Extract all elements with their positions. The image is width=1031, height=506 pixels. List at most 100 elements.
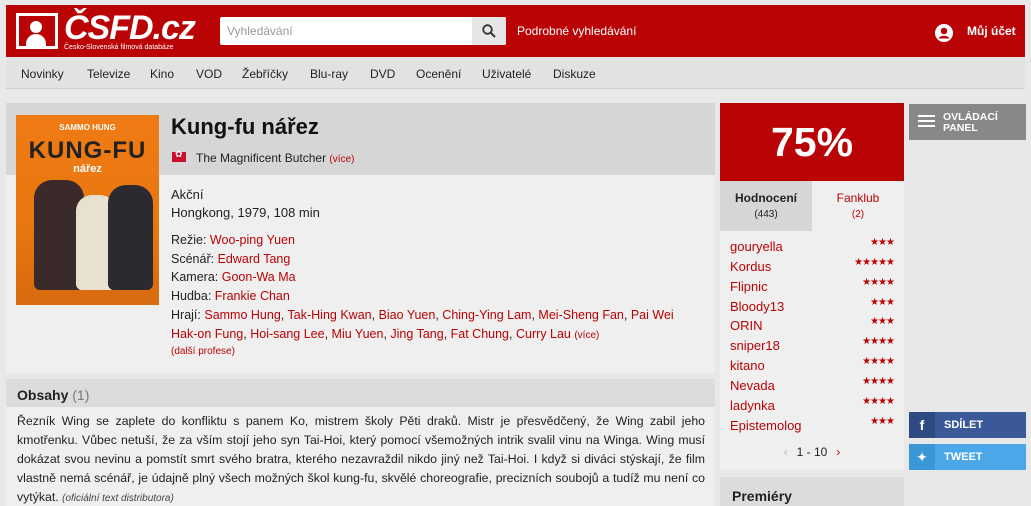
nav-item-tv[interactable]: Televize	[87, 67, 130, 81]
actor-link[interactable]: Hak-on Fung	[171, 327, 243, 341]
user-rating-row: ladynka ★★★★	[730, 395, 895, 415]
search-bar	[220, 17, 506, 45]
tab-ratings[interactable]: Hodnocení (443)	[720, 181, 812, 231]
pager-range: 1 - 10	[796, 445, 828, 459]
original-title-row: The Magnificent Butcher (více)	[196, 151, 354, 165]
nav-item-dvd[interactable]: DVD	[370, 67, 395, 81]
tab-count: (2)	[851, 209, 865, 220]
nav-item-vod[interactable]: VOD	[196, 67, 222, 81]
user-link[interactable]: kitano	[730, 358, 765, 373]
hong-kong-flag-icon	[172, 149, 186, 162]
film-origin: Hongkong, 1979, 108 min	[171, 205, 320, 220]
twitter-share-button[interactable]: ✦ TWEET	[909, 444, 1026, 470]
actor-link[interactable]: Jing Tang	[390, 327, 443, 341]
user-rating-row: kitano ★★★★	[730, 355, 895, 375]
actor-link[interactable]: Sammo Hung	[204, 308, 280, 322]
actor-link[interactable]: Ching-Ying Lam	[442, 308, 531, 322]
actor-link[interactable]: Biao Yuen	[379, 308, 436, 322]
nav-item-awards[interactable]: Ocenění	[416, 67, 461, 81]
actor-link[interactable]: Fat Chung	[451, 327, 509, 341]
nav-item-discussion[interactable]: Diskuze	[553, 67, 596, 81]
search-icon	[482, 24, 496, 38]
main-nav: Novinky Televize Kino VOD Žebříčky Blu-r…	[6, 57, 1025, 89]
ratings-pager: ‹ 1 - 10 ›	[720, 445, 904, 459]
writer-link[interactable]: Edward Tang	[218, 252, 291, 266]
plot-source: (oficiální text distributora)	[62, 493, 174, 504]
actor-link[interactable]: Hoi-sang Lee	[250, 327, 324, 341]
crew-camera: Kamera: Goon-Wa Ma	[171, 270, 296, 284]
music-link[interactable]: Frankie Chan	[215, 289, 290, 303]
poster-title: KUNG-FU	[28, 137, 147, 164]
more-cast-link[interactable]: (více)	[574, 330, 599, 341]
logo-film-icon	[16, 13, 58, 49]
user-link[interactable]: Kordus	[730, 259, 771, 274]
user-rating-row: sniper18 ★★★★	[730, 335, 895, 355]
logo-subtitle: Česko-Slovenská filmová databáze	[64, 44, 174, 51]
rating-panel: 75% Hodnocení (443) Fanklub (2) gouryell…	[720, 103, 904, 470]
star-rating: ★★★★	[862, 277, 895, 288]
crew-label: Hrají:	[171, 308, 201, 322]
nav-item-news[interactable]: Novinky	[21, 67, 64, 81]
actor-link[interactable]: Tak-Hing Kwan	[288, 308, 372, 322]
menu-icon	[918, 115, 935, 127]
more-professions-link[interactable]: (další profese)	[171, 346, 235, 357]
actor-link[interactable]: Pai Wei	[631, 308, 674, 322]
nav-item-cinema[interactable]: Kino	[150, 67, 174, 81]
crew-director: Režie: Woo-ping Yuen	[171, 233, 295, 247]
crew-label: Kamera:	[171, 270, 219, 284]
search-button[interactable]	[472, 17, 506, 45]
user-link[interactable]: ORIN	[730, 318, 763, 333]
film-info-panel: SAMMO HUNG KUNG-FU nářez Kung-fu nářez T…	[6, 103, 715, 373]
user-link[interactable]: Nevada	[730, 378, 775, 393]
more-titles-link[interactable]: (více)	[329, 154, 354, 165]
film-poster[interactable]: SAMMO HUNG KUNG-FU nářez	[16, 115, 159, 305]
facebook-share-button[interactable]: f SDÍLET	[909, 412, 1026, 438]
film-title: Kung-fu nářez	[171, 114, 319, 139]
facebook-icon: f	[909, 412, 935, 438]
nav-item-users[interactable]: Uživatelé	[482, 67, 531, 81]
camera-link[interactable]: Goon-Wa Ma	[222, 270, 296, 284]
user-link[interactable]: sniper18	[730, 338, 780, 353]
user-link[interactable]: ladynka	[730, 398, 775, 413]
user-link[interactable]: Flipnic	[730, 279, 768, 294]
nav-item-bluray[interactable]: Blu-ray	[310, 67, 348, 81]
user-rating-row: gouryella ★★★	[730, 236, 895, 256]
crew-music: Hudba: Frankie Chan	[171, 289, 290, 303]
user-link[interactable]: Bloody13	[730, 299, 784, 314]
chevron-right-icon[interactable]: ›	[836, 445, 840, 459]
search-input[interactable]	[220, 17, 470, 45]
crew-cast-line-2: Hak-on Fung, Hoi-sang Lee, Miu Yuen, Jin…	[171, 327, 600, 341]
logo-text: ČSFD.cz	[64, 9, 196, 47]
user-rating-row: Epistemolog ★★★	[730, 415, 895, 435]
average-rating: 75%	[720, 103, 904, 181]
star-rating: ★★★	[870, 237, 895, 248]
account-button[interactable]: Můj účet	[934, 24, 1016, 42]
plot-count: (1)	[72, 387, 90, 403]
star-rating: ★★★	[870, 416, 895, 427]
original-title: The Magnificent Butcher	[196, 151, 327, 165]
actor-link[interactable]: Miu Yuen	[332, 327, 384, 341]
advanced-search-link[interactable]: Podrobné vyhledávání	[517, 24, 636, 38]
user-link[interactable]: Epistemolog	[730, 418, 802, 433]
tab-label: Hodnocení	[735, 191, 797, 205]
tab-count: (443)	[754, 209, 778, 220]
user-rating-row: ORIN ★★★	[730, 315, 895, 335]
chevron-left-icon[interactable]: ‹	[784, 445, 788, 459]
user-link[interactable]: gouryella	[730, 239, 783, 254]
actor-link[interactable]: Mei-Sheng Fan	[538, 308, 623, 322]
poster-actor-text: SAMMO HUNG	[59, 123, 116, 132]
premieres-panel: Premiéry	[720, 477, 904, 506]
top-bar: ČSFD.cz Česko-Slovenská filmová databáze…	[6, 5, 1025, 57]
tab-fanclub[interactable]: Fanklub (2)	[812, 181, 904, 231]
control-panel-button[interactable]: OVLÁDACÍ PANEL	[909, 104, 1026, 140]
director-link[interactable]: Woo-ping Yuen	[210, 233, 295, 247]
user-icon	[935, 24, 953, 42]
plot-title-text: Obsahy	[17, 387, 69, 403]
user-rating-row: Nevada ★★★★	[730, 375, 895, 395]
user-rating-row: Kordus ★★★★★	[730, 256, 895, 276]
csfd-logo[interactable]: ČSFD.cz Česko-Slovenská filmová databáze	[16, 9, 196, 53]
actor-link[interactable]: Curry Lau	[516, 327, 571, 341]
user-rating-row: Bloody13 ★★★	[730, 296, 895, 316]
nav-item-charts[interactable]: Žebříčky	[242, 67, 288, 81]
star-rating: ★★★★	[862, 336, 895, 347]
